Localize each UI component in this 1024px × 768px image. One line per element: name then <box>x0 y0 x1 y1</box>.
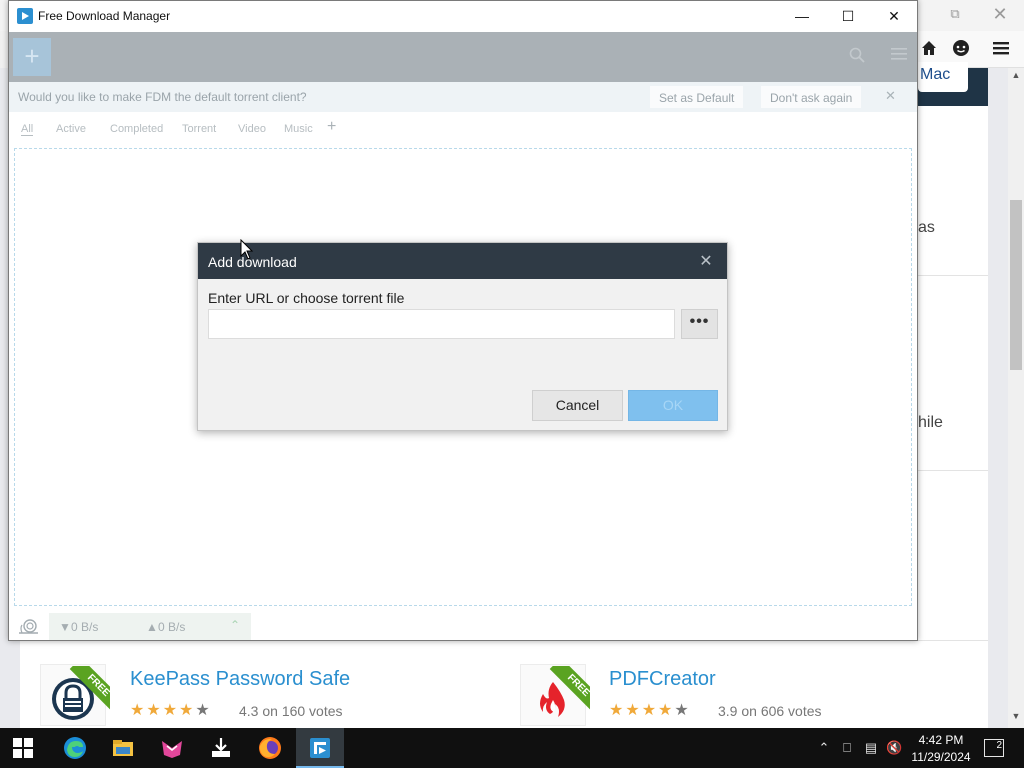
browser-restore-icon[interactable]: ⧉ <box>946 6 964 24</box>
file-explorer-icon[interactable] <box>99 728 147 768</box>
volume-muted-icon[interactable]: 🔇 <box>886 740 902 756</box>
fdm-toolbar: + <box>9 32 917 82</box>
search-icon[interactable] <box>847 47 867 67</box>
free-badge: FREE <box>64 666 110 712</box>
notification-icon[interactable]: 2 <box>984 739 1004 757</box>
rating-stars: ★★★★★ <box>609 702 691 719</box>
maximize-button[interactable]: ☐ <box>825 1 871 32</box>
scrollbar-thumb[interactable] <box>1010 200 1022 370</box>
url-label: Enter URL or choose torrent file <box>208 290 405 306</box>
start-icon[interactable] <box>13 738 33 758</box>
speed-panel[interactable]: ▼ 0 B/s ▲ 0 B/s ⌃ <box>49 613 251 640</box>
download-speed-icon: ▼ <box>59 620 71 634</box>
tab-completed[interactable]: Completed <box>110 123 163 135</box>
fdm-titlebar: Free Download Manager — ☐ ✕ <box>9 1 917 32</box>
close-button[interactable]: ✕ <box>871 1 917 32</box>
fdm-icon[interactable] <box>296 728 344 768</box>
clock-time[interactable]: 4:42 PM <box>908 733 974 747</box>
chevron-up-icon[interactable]: ⌃ <box>816 740 832 756</box>
filter-tabs: All Active Completed Torrent Video Music… <box>9 112 917 142</box>
tab-all[interactable]: All <box>21 123 34 136</box>
tab-video[interactable]: Video <box>238 123 266 135</box>
url-input[interactable] <box>208 309 675 339</box>
browser-close-icon[interactable]: ✕ <box>990 4 1010 24</box>
browse-button[interactable]: ••• <box>681 309 718 339</box>
divider <box>918 275 988 276</box>
close-banner-icon[interactable]: ✕ <box>885 88 899 104</box>
firefox-icon[interactable] <box>246 728 294 768</box>
banner-text: Would you like to make FDM the default t… <box>18 90 307 104</box>
installer-icon[interactable] <box>197 728 245 768</box>
scroll-up-icon[interactable]: ▲ <box>1008 70 1024 86</box>
rating-votes: 3.9 on 606 votes <box>718 703 822 719</box>
scrollbar[interactable] <box>1008 68 1024 728</box>
app-name[interactable]: KeePass Password Safe <box>130 668 350 691</box>
edge-icon[interactable] <box>51 728 99 768</box>
download-speed: 0 B/s <box>71 620 99 634</box>
window-title: Free Download Manager <box>38 9 171 23</box>
close-icon[interactable]: ✕ <box>696 251 716 271</box>
chevron-up-icon[interactable]: ⌃ <box>230 618 240 632</box>
mac-button[interactable]: Mac <box>918 62 968 92</box>
upload-speed-icon: ▲ <box>146 620 158 634</box>
home-icon[interactable] <box>918 39 940 61</box>
fdm-logo-icon <box>17 8 33 24</box>
app-card-keepass[interactable]: FREE KeePass Password Safe ★★★★★ 4.3 on … <box>40 660 480 728</box>
dont-ask-again-button[interactable]: Don't ask again <box>761 86 862 108</box>
tab-torrent[interactable]: Torrent <box>182 123 216 135</box>
meet-now-icon[interactable]: ⎕ <box>839 740 855 756</box>
app-card-pdfcreator[interactable]: FREE PDFCreator ★★★★★ 3.9 on 606 votes <box>520 660 960 728</box>
network-icon[interactable]: ▤ <box>863 740 879 756</box>
default-client-banner: Would you like to make FDM the default t… <box>9 82 917 112</box>
dialog-header: Add download ✕ <box>198 243 727 279</box>
rating-votes: 4.3 on 160 votes <box>239 703 343 719</box>
upload-speed: 0 B/s <box>158 620 186 634</box>
free-badge: FREE <box>544 666 590 712</box>
status-bar: ▼ 0 B/s ▲ 0 B/s ⌃ <box>9 613 917 640</box>
ok-button[interactable]: OK <box>628 390 718 421</box>
app-name[interactable]: PDFCreator <box>609 668 716 691</box>
tab-music[interactable]: Music <box>284 123 313 135</box>
scroll-down-icon[interactable]: ▼ <box>1008 711 1024 727</box>
add-download-button[interactable]: + <box>13 38 51 76</box>
set-as-default-button[interactable]: Set as Default <box>650 86 744 108</box>
rating-stars: ★★★★★ <box>130 702 212 719</box>
snail-mode-icon[interactable] <box>18 618 40 636</box>
app-icon[interactable] <box>148 728 196 768</box>
menu-icon[interactable] <box>990 39 1012 61</box>
mouse-cursor-icon <box>240 239 254 260</box>
add-tab-icon[interactable]: + <box>327 118 336 136</box>
feedback-icon[interactable] <box>950 39 972 61</box>
tab-active[interactable]: Active <box>56 123 86 135</box>
divider <box>918 640 988 641</box>
cancel-button[interactable]: Cancel <box>532 390 623 421</box>
clock-date[interactable]: 11/29/2024 <box>908 750 974 764</box>
divider <box>918 470 988 471</box>
page-text-snippet: as <box>918 219 935 236</box>
page-text-snippet: hile <box>918 414 943 431</box>
add-download-dialog: Add download ✕ Enter URL or choose torre… <box>197 242 728 431</box>
minimize-button[interactable]: — <box>779 1 825 32</box>
taskbar: ⌃ ⎕ ▤ 🔇 4:42 PM 11/29/2024 2 <box>0 728 1024 768</box>
menu-icon[interactable] <box>889 47 909 67</box>
